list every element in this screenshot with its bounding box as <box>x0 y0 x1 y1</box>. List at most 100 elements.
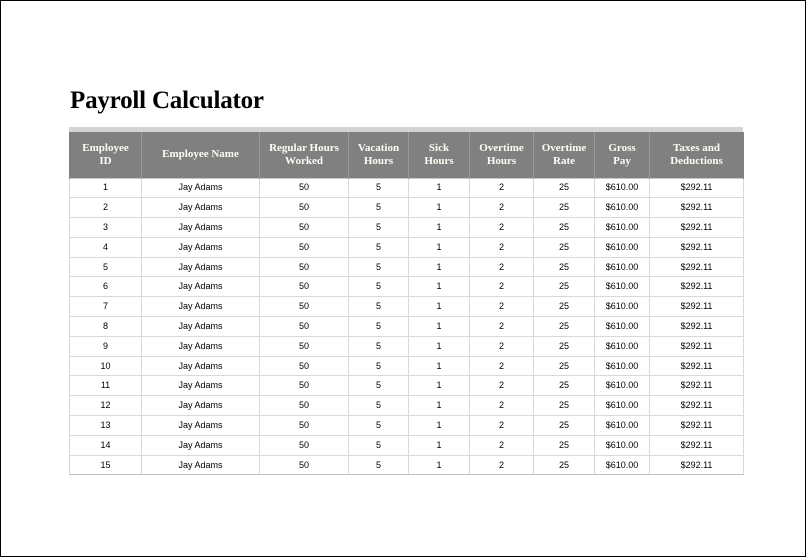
cell-overtime_hours[interactable]: 2 <box>469 296 534 318</box>
cell-sick_hours[interactable]: 1 <box>408 375 470 397</box>
cell-vacation_hours[interactable]: 5 <box>348 316 409 337</box>
cell-sick_hours[interactable]: 1 <box>408 335 470 357</box>
column-header-taxes_and_deductions[interactable]: Taxes and Deductions <box>649 132 744 178</box>
cell-vacation_hours[interactable]: 5 <box>348 375 409 397</box>
cell-sick_hours[interactable]: 1 <box>408 236 470 258</box>
cell-employee_name[interactable]: Jay Adams <box>141 197 260 219</box>
cell-overtime_rate[interactable]: 25 <box>533 335 595 357</box>
cell-taxes_and_deductions[interactable]: $292.11 <box>649 217 744 238</box>
cell-regular_hours_worked[interactable]: 50 <box>259 177 349 199</box>
cell-employee_id[interactable]: 15 <box>69 454 142 476</box>
table-row[interactable]: 7 Jay Adams 50 5 1 2 25 $610.00 $292.11 <box>69 296 744 318</box>
column-header-gross_pay[interactable]: Gross Pay <box>594 132 650 178</box>
column-header-overtime_rate[interactable]: Overtime Rate <box>533 132 595 178</box>
cell-sick_hours[interactable]: 1 <box>408 415 470 436</box>
cell-taxes_and_deductions[interactable]: $292.11 <box>649 197 744 219</box>
cell-sick_hours[interactable]: 1 <box>408 316 470 337</box>
cell-gross_pay[interactable]: $610.00 <box>594 236 650 258</box>
table-row[interactable]: 14 Jay Adams 50 5 1 2 25 $610.00 $292.11 <box>69 434 744 456</box>
cell-regular_hours_worked[interactable]: 50 <box>259 454 349 476</box>
cell-overtime_hours[interactable]: 2 <box>469 177 534 199</box>
cell-employee_id[interactable]: 8 <box>69 316 142 337</box>
cell-vacation_hours[interactable]: 5 <box>348 296 409 318</box>
cell-sick_hours[interactable]: 1 <box>408 217 470 238</box>
cell-overtime_rate[interactable]: 25 <box>533 276 595 298</box>
cell-employee_name[interactable]: Jay Adams <box>141 335 260 357</box>
cell-employee_id[interactable]: 4 <box>69 236 142 258</box>
cell-gross_pay[interactable]: $610.00 <box>594 395 650 417</box>
cell-overtime_hours[interactable]: 2 <box>469 256 534 278</box>
cell-overtime_hours[interactable]: 2 <box>469 395 534 417</box>
cell-overtime_rate[interactable]: 25 <box>533 316 595 337</box>
cell-overtime_hours[interactable]: 2 <box>469 316 534 337</box>
cell-vacation_hours[interactable]: 5 <box>348 236 409 258</box>
column-header-employee_name[interactable]: Employee Name <box>141 132 260 178</box>
table-row[interactable]: 1 Jay Adams 50 5 1 2 25 $610.00 $292.11 <box>69 177 744 199</box>
cell-overtime_hours[interactable]: 2 <box>469 434 534 456</box>
column-header-vacation_hours[interactable]: Vacation Hours <box>348 132 409 178</box>
cell-employee_name[interactable]: Jay Adams <box>141 375 260 397</box>
cell-employee_name[interactable]: Jay Adams <box>141 316 260 337</box>
cell-employee_id[interactable]: 10 <box>69 355 142 377</box>
cell-gross_pay[interactable]: $610.00 <box>594 454 650 476</box>
table-row[interactable]: 15 Jay Adams 50 5 1 2 25 $610.00 $292.11 <box>69 454 744 476</box>
cell-overtime_rate[interactable]: 25 <box>533 296 595 318</box>
cell-regular_hours_worked[interactable]: 50 <box>259 217 349 238</box>
cell-gross_pay[interactable]: $610.00 <box>594 316 650 337</box>
cell-taxes_and_deductions[interactable]: $292.11 <box>649 395 744 417</box>
cell-employee_name[interactable]: Jay Adams <box>141 217 260 238</box>
cell-employee_name[interactable]: Jay Adams <box>141 276 260 298</box>
cell-overtime_rate[interactable]: 25 <box>533 395 595 417</box>
cell-employee_name[interactable]: Jay Adams <box>141 177 260 199</box>
cell-regular_hours_worked[interactable]: 50 <box>259 395 349 417</box>
cell-regular_hours_worked[interactable]: 50 <box>259 415 349 436</box>
table-row[interactable]: 9 Jay Adams 50 5 1 2 25 $610.00 $292.11 <box>69 335 744 357</box>
cell-employee_id[interactable]: 7 <box>69 296 142 318</box>
cell-gross_pay[interactable]: $610.00 <box>594 415 650 436</box>
cell-regular_hours_worked[interactable]: 50 <box>259 236 349 258</box>
cell-employee_name[interactable]: Jay Adams <box>141 236 260 258</box>
cell-employee_name[interactable]: Jay Adams <box>141 454 260 476</box>
cell-gross_pay[interactable]: $610.00 <box>594 217 650 238</box>
cell-gross_pay[interactable]: $610.00 <box>594 375 650 397</box>
cell-taxes_and_deductions[interactable]: $292.11 <box>649 177 744 199</box>
cell-taxes_and_deductions[interactable]: $292.11 <box>649 415 744 436</box>
cell-sick_hours[interactable]: 1 <box>408 296 470 318</box>
cell-gross_pay[interactable]: $610.00 <box>594 256 650 278</box>
cell-employee_id[interactable]: 12 <box>69 395 142 417</box>
cell-overtime_hours[interactable]: 2 <box>469 236 534 258</box>
cell-overtime_rate[interactable]: 25 <box>533 415 595 436</box>
table-row[interactable]: 4 Jay Adams 50 5 1 2 25 $610.00 $292.11 <box>69 236 744 258</box>
cell-gross_pay[interactable]: $610.00 <box>594 177 650 199</box>
cell-gross_pay[interactable]: $610.00 <box>594 434 650 456</box>
table-row[interactable]: 10 Jay Adams 50 5 1 2 25 $610.00 $292.11 <box>69 355 744 377</box>
cell-overtime_rate[interactable]: 25 <box>533 454 595 476</box>
cell-vacation_hours[interactable]: 5 <box>348 335 409 357</box>
cell-employee_id[interactable]: 2 <box>69 197 142 219</box>
table-row[interactable]: 6 Jay Adams 50 5 1 2 25 $610.00 $292.11 <box>69 276 744 298</box>
cell-overtime_hours[interactable]: 2 <box>469 454 534 476</box>
cell-overtime_rate[interactable]: 25 <box>533 177 595 199</box>
cell-sick_hours[interactable]: 1 <box>408 355 470 377</box>
cell-regular_hours_worked[interactable]: 50 <box>259 296 349 318</box>
cell-vacation_hours[interactable]: 5 <box>348 434 409 456</box>
cell-employee_name[interactable]: Jay Adams <box>141 395 260 417</box>
cell-employee_id[interactable]: 6 <box>69 276 142 298</box>
cell-overtime_hours[interactable]: 2 <box>469 197 534 219</box>
cell-vacation_hours[interactable]: 5 <box>348 256 409 278</box>
cell-taxes_and_deductions[interactable]: $292.11 <box>649 256 744 278</box>
cell-taxes_and_deductions[interactable]: $292.11 <box>649 434 744 456</box>
cell-overtime_rate[interactable]: 25 <box>533 434 595 456</box>
table-row[interactable]: 3 Jay Adams 50 5 1 2 25 $610.00 $292.11 <box>69 217 744 238</box>
cell-employee_id[interactable]: 13 <box>69 415 142 436</box>
cell-taxes_and_deductions[interactable]: $292.11 <box>649 355 744 377</box>
cell-employee_name[interactable]: Jay Adams <box>141 415 260 436</box>
cell-sick_hours[interactable]: 1 <box>408 395 470 417</box>
table-row[interactable]: 11 Jay Adams 50 5 1 2 25 $610.00 $292.11 <box>69 375 744 397</box>
cell-gross_pay[interactable]: $610.00 <box>594 197 650 219</box>
cell-taxes_and_deductions[interactable]: $292.11 <box>649 296 744 318</box>
cell-overtime_rate[interactable]: 25 <box>533 375 595 397</box>
cell-regular_hours_worked[interactable]: 50 <box>259 197 349 219</box>
column-header-employee_id[interactable]: Employee ID <box>69 132 142 178</box>
cell-taxes_and_deductions[interactable]: $292.11 <box>649 335 744 357</box>
